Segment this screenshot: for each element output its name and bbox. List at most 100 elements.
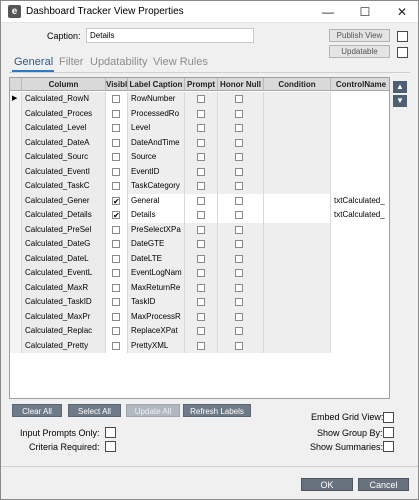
tab-filter[interactable]: Filter xyxy=(59,56,83,68)
visible-checkbox[interactable] xyxy=(112,167,120,176)
row-indicator[interactable] xyxy=(10,208,22,223)
label-caption-cell[interactable]: Level xyxy=(128,121,185,136)
visible-checkbox[interactable] xyxy=(112,327,120,335)
honor-null-checkbox[interactable] xyxy=(235,138,243,147)
table-row[interactable]: Calculated_EventL EventLogNam xyxy=(10,266,389,281)
row-indicator[interactable] xyxy=(10,222,22,237)
row-indicator[interactable] xyxy=(10,121,22,136)
control-name-cell[interactable] xyxy=(331,150,389,165)
honor-null-checkbox[interactable] xyxy=(235,95,243,103)
visible-checkbox[interactable] xyxy=(112,95,120,103)
prompt-checkbox[interactable] xyxy=(197,254,205,263)
scroll-up-button[interactable]: ▲ xyxy=(393,81,407,93)
visible-checkbox[interactable] xyxy=(112,298,120,306)
table-row[interactable]: Calculated_EventI EventID xyxy=(10,164,389,179)
prompt-checkbox[interactable] xyxy=(197,312,205,321)
honor-null-checkbox[interactable] xyxy=(235,124,243,132)
input-prompts-only-checkbox[interactable] xyxy=(105,427,116,438)
cancel-button[interactable]: Cancel xyxy=(358,478,409,491)
prompt-checkbox[interactable] xyxy=(197,153,205,161)
show-group-by-checkbox[interactable] xyxy=(383,427,394,438)
control-name-cell[interactable] xyxy=(331,338,389,353)
condition-cell[interactable] xyxy=(264,280,331,295)
header-visible[interactable]: Visibl xyxy=(106,78,128,91)
label-caption-cell[interactable]: DateLTE xyxy=(128,251,185,266)
control-name-cell[interactable] xyxy=(331,92,389,107)
condition-cell[interactable] xyxy=(264,164,331,179)
table-row[interactable]: Calculated_Sourc Source xyxy=(10,150,389,165)
prompt-checkbox[interactable] xyxy=(197,124,205,132)
label-caption-cell[interactable]: MaxReturnRe xyxy=(128,280,185,295)
table-row[interactable]: Calculated_MaxPr MaxProcessR xyxy=(10,309,389,324)
honor-null-checkbox[interactable] xyxy=(235,196,243,205)
row-indicator[interactable] xyxy=(10,193,22,208)
label-caption-cell[interactable]: ProcessedRo xyxy=(128,106,185,121)
control-name-cell[interactable] xyxy=(331,135,389,150)
honor-null-checkbox[interactable] xyxy=(235,269,243,277)
honor-null-checkbox[interactable] xyxy=(235,283,243,292)
table-row[interactable]: Calculated_Gener ✔ General txtCalculated_ xyxy=(10,193,389,208)
label-caption-cell[interactable]: MaxProcessR xyxy=(128,309,185,324)
visible-checkbox[interactable] xyxy=(112,312,120,321)
prompt-checkbox[interactable] xyxy=(197,95,205,103)
visible-checkbox[interactable] xyxy=(112,138,120,147)
maximize-button[interactable]: ☐ xyxy=(350,1,380,23)
label-caption-cell[interactable]: DateAndTime xyxy=(128,135,185,150)
current-row-arrow-icon[interactable]: ▶ xyxy=(10,92,22,107)
table-row[interactable]: Calculated_MaxR MaxReturnRe xyxy=(10,280,389,295)
honor-null-checkbox[interactable] xyxy=(235,167,243,176)
honor-null-checkbox[interactable] xyxy=(235,182,243,190)
row-indicator[interactable] xyxy=(10,251,22,266)
label-caption-cell[interactable]: TaskCategory xyxy=(128,179,185,194)
condition-cell[interactable] xyxy=(264,135,331,150)
prompt-checkbox[interactable] xyxy=(197,167,205,176)
control-name-cell[interactable] xyxy=(331,251,389,266)
row-indicator[interactable] xyxy=(10,237,22,252)
visible-checkbox[interactable] xyxy=(112,341,120,350)
row-indicator[interactable] xyxy=(10,164,22,179)
tab-general[interactable]: General xyxy=(14,56,53,68)
update-all-button[interactable]: Update All xyxy=(126,404,180,417)
prompt-checkbox[interactable] xyxy=(197,138,205,147)
refresh-labels-button[interactable]: Refresh Labels xyxy=(183,404,251,417)
row-indicator[interactable] xyxy=(10,324,22,339)
ok-button[interactable]: OK xyxy=(301,478,353,491)
label-caption-cell[interactable]: EventLogNam xyxy=(128,266,185,281)
label-caption-cell[interactable]: Details xyxy=(128,208,185,223)
control-name-cell[interactable] xyxy=(331,222,389,237)
table-row[interactable]: Calculated_DateA DateAndTime xyxy=(10,135,389,150)
close-button[interactable]: ✕ xyxy=(387,1,417,23)
condition-cell[interactable] xyxy=(264,222,331,237)
label-caption-cell[interactable]: ReplaceXPat xyxy=(128,324,185,339)
prompt-checkbox[interactable] xyxy=(197,341,205,350)
select-all-button[interactable]: Select All xyxy=(68,404,121,417)
publish-view-button[interactable]: Publish View xyxy=(329,29,390,42)
row-indicator[interactable] xyxy=(10,179,22,194)
row-indicator[interactable] xyxy=(10,309,22,324)
visible-checkbox[interactable] xyxy=(112,254,120,263)
prompt-checkbox[interactable] xyxy=(197,298,205,306)
visible-checkbox-checked[interactable]: ✔ xyxy=(112,196,120,205)
honor-null-checkbox[interactable] xyxy=(235,109,243,118)
label-caption-cell[interactable]: DateGTE xyxy=(128,237,185,252)
condition-cell[interactable] xyxy=(264,106,331,121)
condition-cell[interactable] xyxy=(264,121,331,136)
prompt-checkbox[interactable] xyxy=(197,196,205,205)
condition-cell[interactable] xyxy=(264,92,331,107)
row-indicator[interactable] xyxy=(10,135,22,150)
header-prompt[interactable]: Prompt xyxy=(185,78,218,91)
embed-grid-view-checkbox[interactable] xyxy=(383,412,394,423)
row-indicator[interactable] xyxy=(10,266,22,281)
table-row[interactable]: Calculated_TaskID TaskID xyxy=(10,295,389,310)
table-row[interactable]: ▶ Calculated_RowN RowNumber xyxy=(10,92,389,107)
honor-null-checkbox[interactable] xyxy=(235,327,243,335)
prompt-checkbox[interactable] xyxy=(197,240,205,248)
control-name-cell[interactable] xyxy=(331,106,389,121)
caption-input[interactable]: Details xyxy=(86,28,254,43)
condition-cell[interactable] xyxy=(264,309,331,324)
visible-checkbox[interactable] xyxy=(112,240,120,248)
control-name-cell[interactable] xyxy=(331,121,389,136)
visible-checkbox[interactable] xyxy=(112,153,120,161)
condition-cell[interactable] xyxy=(264,251,331,266)
updatable-button[interactable]: Updatable xyxy=(329,45,390,58)
